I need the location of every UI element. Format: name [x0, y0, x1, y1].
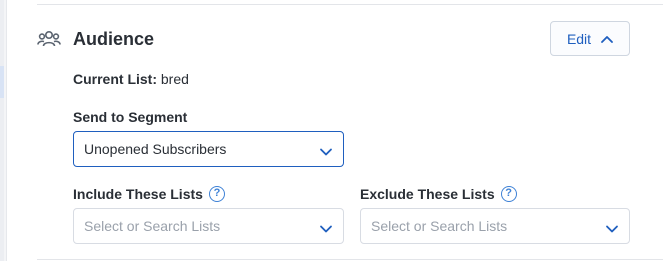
- top-divider: [37, 4, 663, 5]
- bottom-divider: [37, 259, 663, 260]
- chevron-down-icon: [605, 221, 619, 233]
- exclude-lists-label: Exclude These Lists ?: [360, 185, 517, 203]
- audience-card: Audience Edit Current List: bred Send to…: [6, 0, 663, 261]
- section-title: Audience: [73, 29, 155, 49]
- current-list-label: Current List:: [73, 71, 157, 87]
- current-list-value: bred: [160, 71, 189, 87]
- help-icon[interactable]: ?: [500, 186, 517, 202]
- segment-label-text: Send to Segment: [73, 109, 188, 125]
- include-lists-select[interactable]: Select or Search Lists: [73, 208, 344, 244]
- current-list: Current List: bred: [73, 70, 189, 88]
- exclude-lists-placeholder: Select or Search Lists: [371, 218, 508, 234]
- edit-button-label: Edit: [566, 30, 592, 47]
- left-rail: [0, 0, 4, 261]
- segment-selected-value: Unopened Subscribers: [84, 141, 227, 157]
- include-lists-label: Include These Lists ?: [73, 185, 225, 203]
- chevron-down-icon: [319, 144, 333, 156]
- include-lists-placeholder: Select or Search Lists: [84, 218, 221, 234]
- exclude-lists-select[interactable]: Select or Search Lists: [360, 208, 630, 244]
- left-rail-accent: [0, 66, 4, 98]
- audience-icon: [37, 29, 61, 49]
- chevron-up-icon: [601, 35, 613, 43]
- chevron-down-icon: [319, 221, 333, 233]
- segment-select[interactable]: Unopened Subscribers: [73, 131, 344, 167]
- segment-label: Send to Segment: [73, 108, 187, 126]
- include-lists-label-text: Include These Lists: [73, 186, 203, 202]
- help-icon[interactable]: ?: [208, 186, 225, 202]
- exclude-lists-label-text: Exclude These Lists: [360, 186, 495, 202]
- edit-button[interactable]: Edit: [550, 21, 630, 56]
